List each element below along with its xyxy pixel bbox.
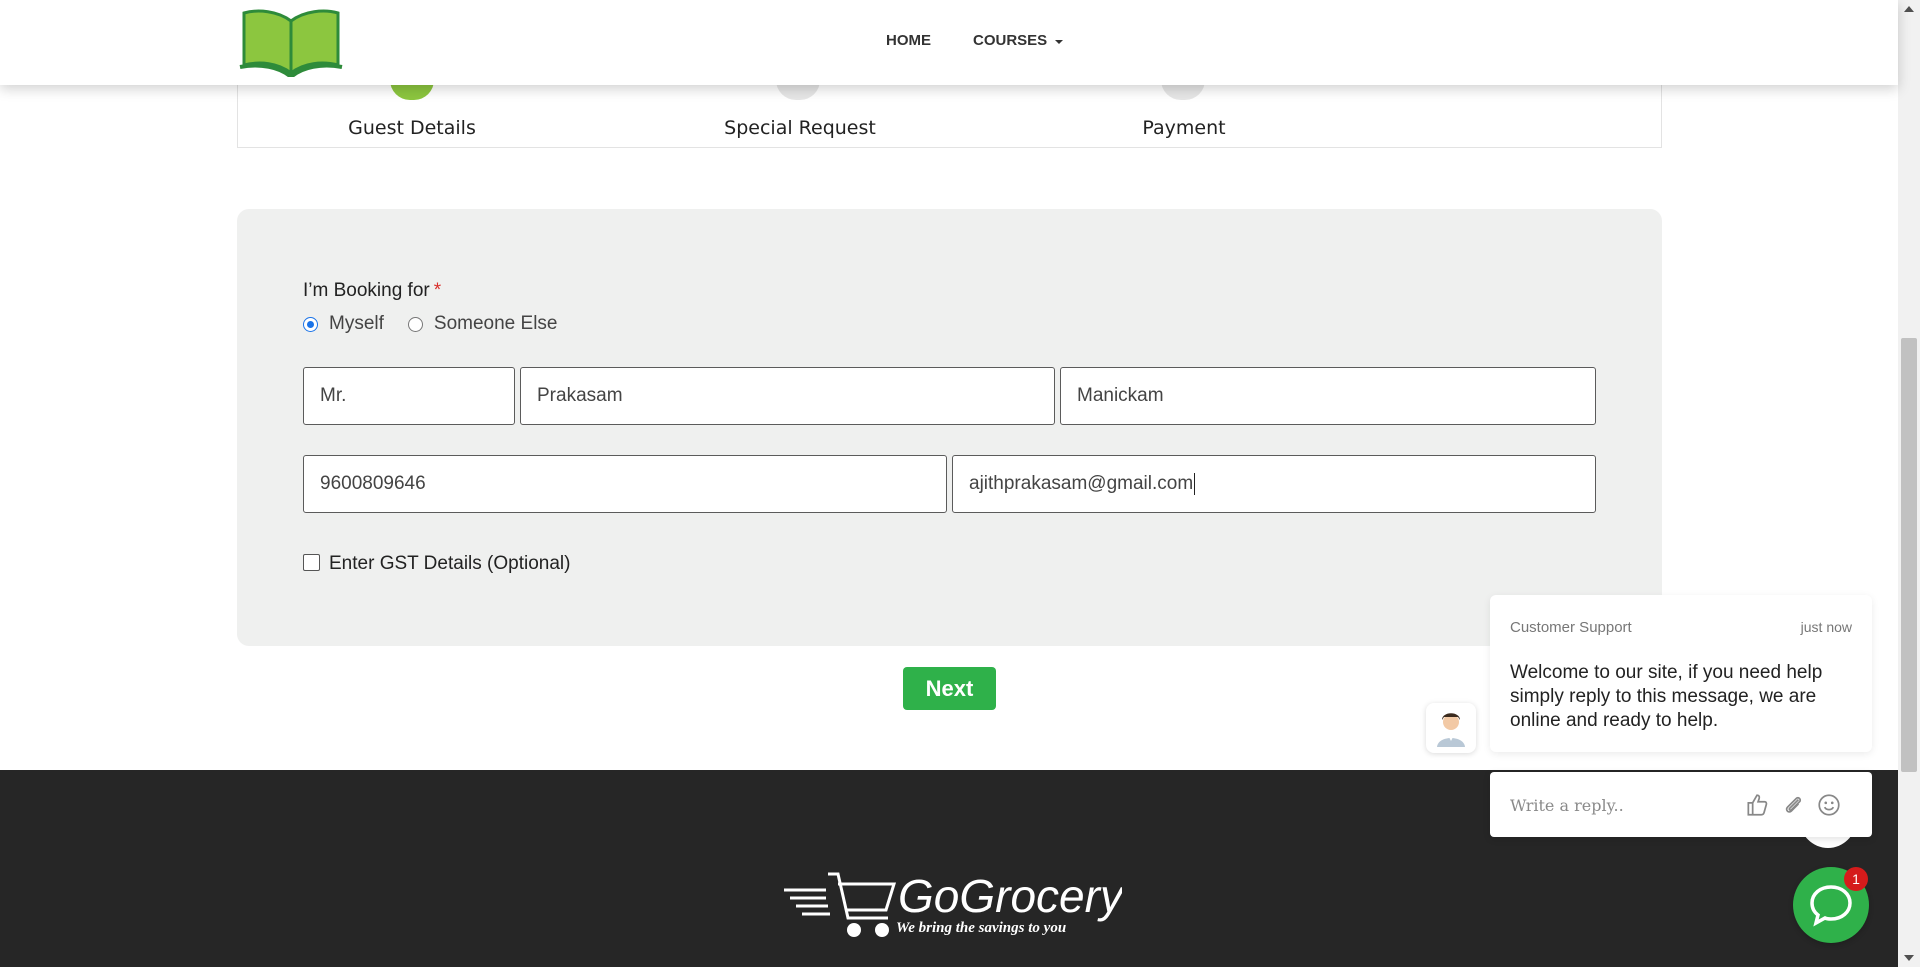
chevron-down-icon: [1055, 39, 1064, 44]
chat-sender: Customer Support: [1510, 619, 1632, 636]
step-special-request: Special Request: [724, 117, 876, 139]
scroll-thumb[interactable]: [1901, 338, 1917, 772]
gst-checkbox[interactable]: [303, 553, 320, 571]
title-select[interactable]: Mr.: [303, 367, 515, 425]
guest-details-form: I’m Booking for * Myself Someone Else Mr.…: [237, 209, 1662, 646]
chat-time: just now: [1800, 619, 1852, 635]
step-payment: Payment: [1142, 117, 1226, 139]
gst-option[interactable]: Enter GST Details (Optional): [303, 553, 570, 575]
email-field[interactable]: ajithprakasam@gmail.com: [952, 455, 1596, 513]
next-button[interactable]: Next: [903, 667, 996, 710]
gogrocery-logo: GoGrocery We bring the savings to you: [784, 870, 1122, 937]
scroll-up-arrow-icon[interactable]: [1904, 6, 1914, 12]
site-header: HOME COURSES: [0, 0, 1898, 85]
notification-badge: 1: [1844, 867, 1868, 891]
chat-message: Welcome to our site, if you need help si…: [1510, 662, 1823, 731]
booking-for-options: Myself Someone Else: [303, 313, 581, 335]
radio-myself[interactable]: [303, 316, 318, 332]
booking-for-text: I’m Booking for: [303, 280, 430, 301]
title-value: Mr.: [320, 385, 347, 406]
nav-home[interactable]: HOME: [886, 32, 931, 49]
paperclip-icon[interactable]: [1780, 792, 1806, 818]
phone-field[interactable]: 9600809646: [303, 455, 947, 513]
required-asterisk: *: [433, 280, 442, 301]
last-name-field[interactable]: Manickam: [1060, 367, 1596, 425]
booking-for-label: I’m Booking for *: [303, 280, 441, 302]
chat-message-card: Customer Support just now Welcome to our…: [1490, 595, 1872, 752]
gst-label[interactable]: Enter GST Details (Optional): [329, 553, 570, 575]
person-icon: [1437, 713, 1465, 747]
main-nav: HOME COURSES: [886, 32, 1064, 49]
nav-courses-label: COURSES: [973, 32, 1048, 49]
radio-someone-else-label[interactable]: Someone Else: [434, 313, 558, 335]
radio-someone-else[interactable]: [407, 316, 423, 332]
thumbs-up-icon[interactable]: [1744, 792, 1770, 818]
phone-value: 9600809646: [320, 473, 426, 494]
footer-tagline: We bring the savings to you: [896, 920, 1066, 936]
chat-reply-input[interactable]: Write a reply..: [1490, 772, 1872, 837]
last-name-value: Manickam: [1077, 385, 1164, 406]
first-name-value: Prakasam: [537, 385, 623, 406]
open-book-icon[interactable]: [238, 7, 344, 77]
emoji-icon[interactable]: [1816, 792, 1842, 818]
footer-brand: GoGrocery: [898, 870, 1122, 922]
scroll-down-arrow-icon[interactable]: [1904, 955, 1914, 961]
email-value: ajithprakasam@gmail.com: [969, 473, 1196, 495]
nav-home-label: HOME: [886, 32, 931, 49]
radio-myself-label[interactable]: Myself: [329, 313, 384, 335]
page: Guest Details Special Request Payment HO…: [0, 0, 1920, 967]
first-name-field[interactable]: Prakasam: [520, 367, 1055, 425]
nav-courses[interactable]: COURSES: [973, 32, 1064, 49]
support-avatar[interactable]: [1426, 703, 1476, 753]
step-guest-details: Guest Details: [348, 117, 476, 139]
reply-placeholder: Write a reply..: [1510, 796, 1624, 815]
page-scrollbar[interactable]: [1898, 0, 1920, 967]
